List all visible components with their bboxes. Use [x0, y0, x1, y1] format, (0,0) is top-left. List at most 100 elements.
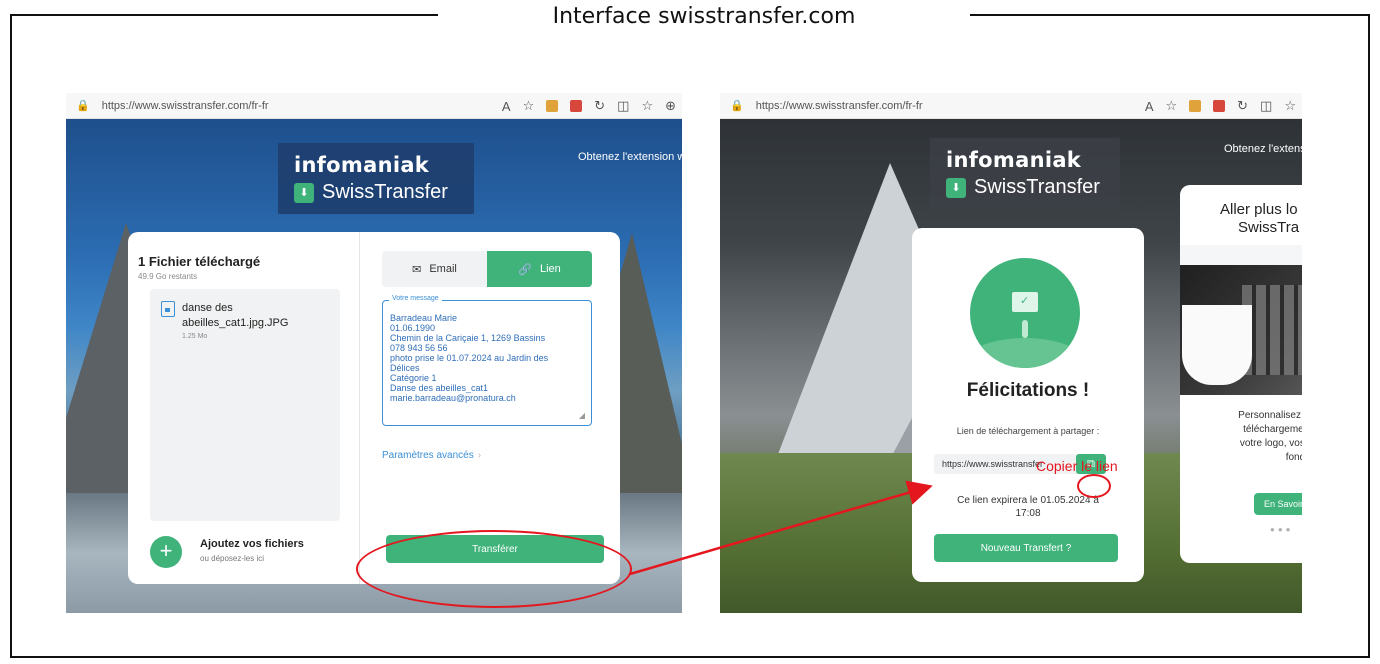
expiry-time: 17:08 [1015, 508, 1041, 519]
favorites-icon[interactable]: ☆ [1284, 98, 1296, 114]
browser-toolbar: A ☆ ↻ ◫ ☆ [1145, 93, 1296, 119]
link-icon: 🔗 [518, 263, 532, 276]
promo-line: votre logo, vos coul [1239, 438, 1302, 449]
promo-title: Aller plus lo SwissTra [1220, 201, 1299, 237]
extension-icon[interactable] [1189, 100, 1202, 112]
promo-line: Personnalisez votre [1238, 410, 1302, 421]
refresh-icon[interactable]: ↻ [594, 98, 605, 114]
lock-icon: 🔒 [76, 100, 90, 112]
address-bar[interactable]: 🔒 https://www.swisstransfer.com/fr-fr A … [720, 93, 1302, 119]
expiry-text: Ce lien expirera le 01.05.2024 à 17:08 [948, 494, 1108, 520]
tab-link[interactable]: 🔗 Lien [487, 251, 592, 287]
favorite-star-icon[interactable]: ☆ [1165, 98, 1177, 114]
file-name[interactable]: danse des abeilles_cat1.jpg.JPG [182, 301, 332, 331]
promo-card: Aller plus lo SwissTra Personnalisez vot… [1180, 185, 1302, 563]
promo-description: Personnalisez votre téléchargement de vo… [1186, 409, 1302, 465]
message-line: Chemin de la Cariçaie 1, 1269 Bassins [390, 333, 546, 343]
extension-red-icon[interactable] [570, 100, 583, 112]
resize-handle-icon[interactable]: ◢ [579, 411, 585, 420]
favorite-star-icon[interactable]: ☆ [523, 98, 535, 114]
right-browser-screenshot: 🔒 https://www.swisstransfer.com/fr-fr A … [720, 93, 1302, 613]
advanced-settings-label: Paramètres avancés [382, 450, 474, 461]
file-list: danse des abeilles_cat1.jpg.JPG 1.25 Mo [150, 289, 340, 521]
product-text: SwissTransfer [974, 176, 1100, 198]
folder-check-icon [1012, 292, 1038, 312]
message-field[interactable]: Votre message Barradeau Marie 01.06.1990… [382, 295, 592, 426]
rocket-icon [1022, 320, 1028, 338]
advanced-settings-link[interactable]: Paramètres avancés › [382, 450, 481, 461]
hill-shape [970, 338, 1080, 368]
mail-icon: ✉ [412, 263, 422, 276]
message-line: photo prise le 01.07.2024 au Jardin des [390, 353, 549, 363]
get-extension-link[interactable]: Obtenez l'extens [1224, 143, 1302, 155]
refresh-icon[interactable]: ↻ [1237, 98, 1248, 114]
extension-icon[interactable] [546, 100, 559, 112]
collections-icon[interactable]: ⊕ [665, 98, 676, 114]
split-view-icon[interactable]: ◫ [1260, 98, 1272, 114]
tab-email[interactable]: ✉ Email [382, 251, 487, 287]
expiry-date: 01.05.2024 [1040, 495, 1091, 506]
favorites-icon[interactable]: ☆ [641, 98, 653, 114]
infomaniak-logo[interactable]: infomaniak ⬇ SwissTransfer [278, 143, 474, 214]
new-transfer-button[interactable]: Nouveau Transfert ? [934, 534, 1118, 562]
message-line: 01.06.1990 [390, 323, 436, 333]
brand-text: infomaniak [294, 153, 430, 177]
figure-title: Interface swisstransfer.com [552, 4, 856, 29]
extension-red-icon[interactable] [1213, 100, 1226, 112]
browser-toolbar: A ☆ ↻ ◫ ☆ ⊕ [502, 93, 676, 119]
read-aloud-icon[interactable]: A [1145, 99, 1154, 114]
lock-icon: 🔒 [730, 100, 744, 112]
plus-icon: + [159, 538, 173, 563]
carousel-dots[interactable]: ●●● [1270, 525, 1294, 534]
message-line: Barradeau Marie [390, 313, 458, 323]
tab-link-label: Lien [539, 263, 561, 275]
learn-more-button[interactable]: En Savoir [1254, 493, 1302, 515]
promo-line: fond d'éc [1285, 452, 1302, 463]
read-aloud-icon[interactable]: A [502, 99, 511, 114]
transfer-mode-tabs: ✉ Email 🔗 Lien [382, 251, 592, 287]
url-text[interactable]: https://www.swisstransfer.com/fr-fr [102, 100, 269, 112]
add-files-label[interactable]: Ajoutez vos fichiers [200, 538, 304, 550]
product-row: ⬇ SwissTransfer [946, 176, 1104, 199]
left-browser-screenshot: 🔒 https://www.swisstransfer.com/fr-fr A … [66, 93, 682, 613]
swisstransfer-logo-icon: ⬇ [946, 177, 966, 198]
brand-text: infomaniak [946, 148, 1082, 172]
image-file-icon [161, 301, 175, 317]
files-count-title: 1 Fichier téléchargé [138, 254, 261, 269]
promo-title-line: SwissTra [1238, 219, 1300, 236]
get-extension-link[interactable]: Obtenez l'extension w [578, 151, 682, 163]
address-bar[interactable]: 🔒 https://www.swisstransfer.com/fr-fr A … [66, 93, 682, 119]
share-link-label: Lien de téléchargement à partager : [956, 426, 1100, 436]
url-text[interactable]: https://www.swisstransfer.com/fr-fr [756, 100, 923, 112]
message-label: Votre message [389, 295, 442, 302]
swisstransfer-logo-icon: ⬇ [294, 182, 314, 203]
message-line: marie.barradeau@pronatura.ch [390, 393, 516, 403]
expiry-prefix: Ce lien expirera le [957, 495, 1038, 506]
upload-card: 1 Fichier téléchargé 49.9 Go restants da… [128, 232, 620, 584]
chevron-right-icon: › [477, 450, 482, 461]
promo-preview-header [1180, 245, 1302, 265]
files-panel: 1 Fichier téléchargé 49.9 Go restants da… [128, 232, 360, 584]
infomaniak-logo[interactable]: infomaniak ⬇ SwissTransfer [930, 138, 1120, 209]
figure-canvas: Interface swisstransfer.com 🔒 https://ww… [0, 0, 1380, 664]
file-size: 1.25 Mo [182, 333, 208, 340]
success-card: Félicitations ! Lien de téléchargement à… [912, 228, 1144, 582]
product-row: ⬇ SwissTransfer [294, 181, 458, 204]
copy-link-annotation: Copier le lien [1036, 458, 1118, 474]
success-illustration [970, 258, 1080, 368]
message-line: Danse des abeilles_cat1 [390, 383, 489, 393]
message-text[interactable]: Barradeau Marie 01.06.1990 Chemin de la … [390, 313, 590, 403]
add-files-button[interactable]: + [150, 536, 182, 568]
promo-line: téléchargement de [1243, 424, 1302, 435]
message-line: 078 943 56 56 [390, 343, 448, 353]
promo-mug [1182, 305, 1252, 385]
promo-image [1180, 265, 1302, 395]
success-title: Félicitations ! [966, 380, 1090, 401]
message-line: Délices [390, 363, 420, 373]
storage-remaining: 49.9 Go restants [138, 272, 198, 281]
product-text: SwissTransfer [322, 181, 448, 203]
message-line: Catégorie 1 [390, 373, 437, 383]
promo-title-line: Aller plus lo [1220, 201, 1298, 218]
split-view-icon[interactable]: ◫ [617, 98, 629, 114]
transfer-highlight-ellipse [356, 530, 632, 608]
